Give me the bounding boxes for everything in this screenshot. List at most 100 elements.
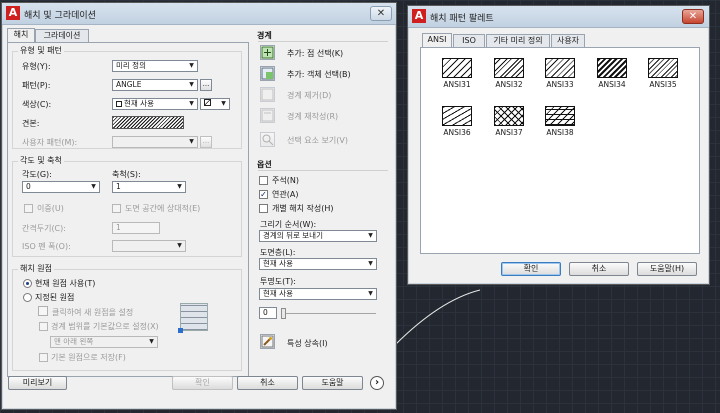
palette-titlebar[interactable]: A 해치 패턴 팔레트 ✕ bbox=[408, 6, 709, 28]
hatch-dialog: A 해치 및 그라데이션 ✕ 해치 그라데이션 유형 및 패턴 유형(Y): 미… bbox=[1, 2, 397, 410]
pattern-label-ansi36: ANSI36 bbox=[443, 128, 471, 137]
spacing-input[interactable]: 1 bbox=[112, 222, 160, 234]
iso-pen-label: ISO 펜 폭(O): bbox=[22, 242, 71, 251]
custom-pattern-select[interactable]: ▼ bbox=[112, 136, 198, 148]
default-extents-checkbox[interactable] bbox=[39, 322, 48, 331]
angle-select[interactable]: 0 ▼ bbox=[22, 181, 100, 193]
pattern-label-ansi35: ANSI35 bbox=[649, 80, 677, 89]
pattern-swatch-ansi33[interactable] bbox=[545, 58, 575, 78]
origin-title: 해치 원점 bbox=[18, 263, 54, 274]
hatch-dialog-titlebar[interactable]: A 해치 및 그라데이션 ✕ bbox=[2, 3, 396, 25]
draw-order-value: 경계의 뒤로 보내기 bbox=[263, 231, 323, 240]
tab-iso[interactable]: ISO bbox=[453, 34, 485, 47]
use-current-origin-radio[interactable] bbox=[23, 279, 32, 288]
type-value: 미리 정의 bbox=[116, 61, 146, 70]
recreate-boundary-button[interactable] bbox=[260, 108, 275, 123]
pattern-swatch-preview[interactable] bbox=[112, 116, 184, 129]
pattern-label-ansi38: ANSI38 bbox=[546, 128, 574, 137]
add-pick-points-button[interactable] bbox=[260, 45, 275, 60]
add-select-objects-button[interactable] bbox=[260, 66, 275, 81]
type-select[interactable]: 미리 정의 ▼ bbox=[112, 60, 198, 72]
transparency-select[interactable]: 현재 사용 ▼ bbox=[259, 288, 377, 300]
scale-select[interactable]: 1 ▼ bbox=[112, 181, 186, 193]
close-icon[interactable]: ✕ bbox=[682, 9, 704, 24]
palette-ok-button[interactable]: 확인 bbox=[501, 262, 561, 276]
tab-hatch[interactable]: 해치 bbox=[7, 28, 35, 42]
layer-label: 도면층(L): bbox=[260, 248, 296, 257]
background-color-select[interactable]: ▼ bbox=[200, 98, 230, 110]
remove-boundary-icon bbox=[261, 88, 274, 101]
transparency-slider-thumb[interactable] bbox=[281, 308, 286, 319]
swatch-label: 견본: bbox=[22, 119, 40, 128]
autocad-app-icon: A bbox=[412, 9, 426, 23]
click-set-origin-label: 클릭하여 새 원점을 설정 bbox=[52, 308, 134, 317]
remove-boundaries-button[interactable] bbox=[260, 87, 275, 102]
associative-label: 연관(A) bbox=[272, 190, 299, 199]
view-selections-button[interactable] bbox=[260, 132, 275, 147]
cancel-button[interactable]: 취소 bbox=[237, 376, 298, 390]
pattern-swatch-ansi37[interactable] bbox=[494, 106, 524, 126]
pattern-label-ansi33: ANSI33 bbox=[546, 80, 574, 89]
pattern-select[interactable]: ANGLE ▼ bbox=[112, 79, 198, 91]
color-label: 색상(C): bbox=[22, 100, 52, 109]
palette-cancel-button[interactable]: 취소 bbox=[569, 262, 629, 276]
crosshair-icon[interactable] bbox=[38, 306, 48, 316]
add-select-objects-label: 추가: 객체 선택(B) bbox=[287, 70, 351, 79]
type-pattern-title: 유형 및 패턴 bbox=[18, 45, 64, 56]
pattern-swatch-ansi35[interactable] bbox=[648, 58, 678, 78]
pattern-swatch-ansi38[interactable] bbox=[545, 106, 575, 126]
add-pick-points-label: 추가: 점 선택(K) bbox=[287, 49, 344, 58]
help-button[interactable]: 도움말 bbox=[302, 376, 363, 390]
palette-help-button[interactable]: 도움말(H) bbox=[637, 262, 697, 276]
ok-button[interactable]: 확인 bbox=[172, 376, 233, 390]
inherit-properties-button[interactable] bbox=[260, 334, 275, 349]
angle-value: 0 bbox=[26, 182, 31, 191]
transparency-slider-track[interactable] bbox=[282, 313, 376, 314]
specified-origin-radio[interactable] bbox=[23, 293, 32, 302]
custom-browse-button[interactable]: ... bbox=[200, 136, 212, 148]
more-options-button[interactable]: › bbox=[370, 376, 384, 390]
layer-value: 현재 사용 bbox=[263, 259, 293, 268]
pattern-swatch-ansi34[interactable] bbox=[597, 58, 627, 78]
separate-hatches-checkbox[interactable] bbox=[259, 204, 268, 213]
tab-gradient[interactable]: 그라데이션 bbox=[35, 29, 89, 42]
specified-origin-label: 지정된 원점 bbox=[35, 293, 75, 302]
pattern-label: 패턴(P): bbox=[22, 81, 51, 90]
preview-button[interactable]: 미리보기 bbox=[8, 376, 67, 390]
origin-position-select[interactable]: 맨 아래 왼쪽 ▼ bbox=[50, 336, 158, 348]
store-default-checkbox[interactable] bbox=[39, 353, 48, 362]
chevron-down-icon: ▼ bbox=[221, 100, 226, 107]
chevron-down-icon: ▼ bbox=[177, 183, 182, 190]
options-title: 옵션 bbox=[257, 160, 272, 169]
store-default-label: 기본 원점으로 저장(F) bbox=[51, 353, 126, 362]
annotative-checkbox[interactable] bbox=[259, 176, 268, 185]
view-selections-label: 선택 요소 보기(V) bbox=[287, 136, 348, 145]
close-icon[interactable]: ✕ bbox=[370, 6, 392, 21]
chevron-down-icon: ▼ bbox=[177, 242, 182, 249]
tab-other-predefined[interactable]: 기타 미리 정의 bbox=[486, 34, 550, 47]
pattern-swatch-ansi36[interactable] bbox=[442, 106, 472, 126]
magnifier-icon bbox=[262, 134, 274, 146]
recreate-boundary-icon bbox=[261, 109, 274, 122]
relative-paper-label: 도면 공간에 상대적(E) bbox=[125, 204, 201, 213]
double-checkbox[interactable] bbox=[24, 204, 33, 213]
boundaries-divider bbox=[258, 41, 388, 42]
iso-pen-select[interactable]: ▼ bbox=[112, 240, 186, 252]
pattern-swatch-ansi32[interactable] bbox=[494, 58, 524, 78]
pattern-browse-button[interactable]: ... bbox=[200, 79, 212, 91]
chevron-down-icon: ▼ bbox=[91, 183, 96, 190]
tab-ansi[interactable]: ANSI bbox=[422, 33, 452, 47]
transparency-input[interactable]: 0 bbox=[259, 307, 277, 319]
color-select[interactable]: 현재 사용 ▼ bbox=[112, 98, 198, 110]
pattern-label-ansi34: ANSI34 bbox=[598, 80, 626, 89]
layer-select[interactable]: 현재 사용 ▼ bbox=[259, 258, 377, 270]
hatch-pattern-palette: A 해치 패턴 팔레트 ✕ ANSI ISO 기타 미리 정의 사용자 ANSI… bbox=[407, 5, 710, 285]
select-objects-icon bbox=[261, 67, 274, 80]
tab-custom[interactable]: 사용자 bbox=[551, 34, 585, 47]
associative-checkbox[interactable]: ✓ bbox=[259, 190, 268, 199]
pattern-swatch-ansi31[interactable] bbox=[442, 58, 472, 78]
relative-paper-checkbox[interactable] bbox=[112, 204, 121, 213]
pick-point-icon bbox=[261, 46, 274, 59]
draw-order-select[interactable]: 경계의 뒤로 보내기 ▼ bbox=[259, 230, 377, 242]
origin-marker-icon bbox=[178, 328, 183, 333]
